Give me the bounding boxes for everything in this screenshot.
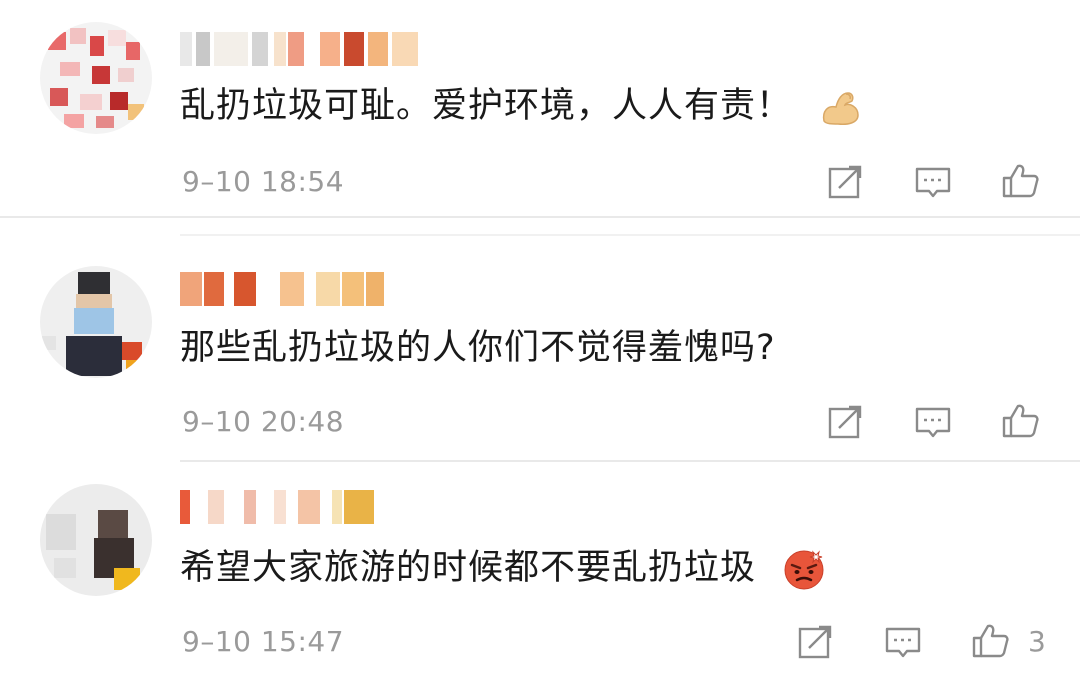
like-count: 3 — [1028, 625, 1046, 658]
thumbs-up-icon[interactable] — [970, 620, 1010, 660]
divider — [180, 460, 1080, 462]
divider — [0, 216, 1080, 218]
share-icon[interactable] — [825, 162, 865, 202]
avatar[interactable] — [40, 484, 152, 596]
timestamp: 9–10 15:47 — [182, 625, 345, 658]
comment-text: 乱扔垃圾可耻。爱护环境，人人有责！ — [180, 84, 862, 129]
comment-icon[interactable] — [913, 162, 953, 202]
avatar[interactable] — [40, 266, 152, 378]
share-icon[interactable] — [825, 402, 865, 442]
comment-icon[interactable] — [883, 622, 923, 662]
flexed-biceps-icon — [818, 85, 862, 129]
angry-face-icon — [782, 547, 826, 591]
username[interactable] — [180, 272, 420, 306]
comment-item-3[interactable]: 希望大家旅游的时候都不要乱扔垃圾 9–10 15:47 3 — [0, 476, 1080, 674]
comment-text: 希望大家旅游的时候都不要乱扔垃圾 — [180, 546, 826, 591]
comment-text: 那些乱扔垃圾的人你们不觉得羞愧吗? — [180, 328, 776, 368]
timestamp: 9–10 20:48 — [182, 405, 345, 438]
username[interactable] — [180, 32, 420, 66]
timestamp: 9–10 18:54 — [182, 165, 345, 198]
comment-item-2[interactable]: 那些乱扔垃圾的人你们不觉得羞愧吗? 9–10 20:48 — [0, 250, 1080, 458]
thumbs-up-icon[interactable] — [1000, 400, 1040, 440]
comment-icon[interactable] — [913, 402, 953, 442]
comment-item-1[interactable]: 乱扔垃圾可耻。爱护环境，人人有责！ 9–10 18:54 — [0, 0, 1080, 216]
divider — [180, 234, 1080, 236]
share-icon[interactable] — [795, 622, 835, 662]
avatar[interactable] — [40, 22, 152, 134]
username[interactable] — [180, 490, 420, 524]
thumbs-up-icon[interactable] — [1000, 160, 1040, 200]
